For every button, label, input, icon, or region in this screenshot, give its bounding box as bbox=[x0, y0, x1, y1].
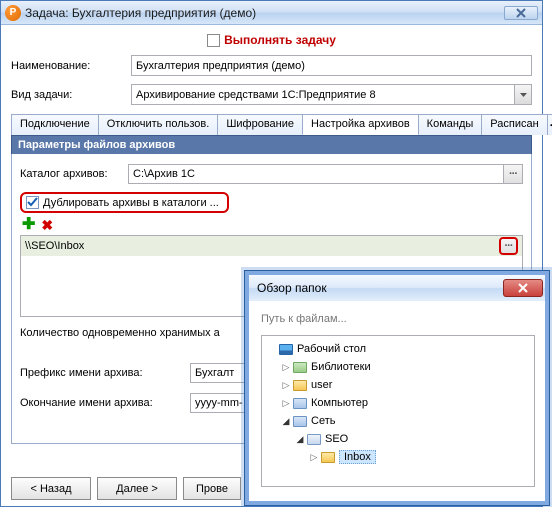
tree-desktop[interactable]: Рабочий стол bbox=[266, 340, 530, 358]
chevron-down-icon[interactable]: ◢ bbox=[280, 416, 292, 427]
tab-encryption[interactable]: Шифрование bbox=[217, 114, 303, 135]
list-item-browse-button[interactable]: ··· bbox=[499, 237, 518, 255]
catalog-label: Каталог архивов: bbox=[20, 168, 128, 180]
list-item-path: \\SEO\Inbox bbox=[25, 240, 495, 252]
desktop-icon bbox=[279, 344, 293, 355]
add-button[interactable]: ✚ bbox=[22, 217, 35, 233]
tab-archives[interactable]: Настройка архивов bbox=[302, 114, 419, 135]
duplicate-checkbox[interactable] bbox=[26, 196, 39, 209]
titlebar: P Задача: Бухгалтерия предприятия (демо) bbox=[1, 1, 542, 25]
name-input[interactable]: Бухгалтерия предприятия (демо) bbox=[131, 55, 532, 76]
chevron-right-icon[interactable]: ▷ bbox=[280, 362, 292, 373]
list-toolbar: ✚ ✖ bbox=[22, 217, 523, 233]
pc-icon bbox=[307, 434, 321, 445]
prefix-label: Префикс имени архива: bbox=[20, 367, 190, 379]
chevron-right-icon[interactable]: ▷ bbox=[308, 452, 320, 463]
close-button[interactable] bbox=[504, 6, 538, 20]
dialog-close-button[interactable] bbox=[503, 279, 543, 297]
list-item[interactable]: \\SEO\Inbox ··· bbox=[21, 236, 522, 256]
next-button[interactable]: Далее > bbox=[97, 477, 177, 500]
chevron-down-icon[interactable]: ◢ bbox=[294, 434, 306, 445]
section-title: Параметры файлов архивов bbox=[11, 135, 532, 154]
catalog-input[interactable]: C:\Архив 1С bbox=[128, 164, 504, 184]
duplicate-label: Дублировать архивы в каталоги ... bbox=[43, 197, 219, 209]
tabs-scroll-left[interactable]: ◂ bbox=[547, 114, 552, 135]
task-type-select[interactable]: Архивирование средствами 1С:Предприятие … bbox=[131, 84, 515, 105]
tab-disconnect[interactable]: Отключить пользов. bbox=[98, 114, 219, 135]
wizard-buttons: < Назад Далее > Прове bbox=[11, 477, 241, 500]
back-button[interactable]: < Назад bbox=[11, 477, 91, 500]
tab-connection[interactable]: Подключение bbox=[11, 114, 99, 135]
delete-button[interactable]: ✖ bbox=[41, 218, 53, 232]
folder-icon bbox=[321, 452, 335, 463]
app-icon: P bbox=[5, 5, 21, 21]
chevron-right-icon[interactable]: ▷ bbox=[280, 380, 292, 391]
computer-icon bbox=[293, 398, 307, 409]
tabs: Подключение Отключить пользов. Шифровани… bbox=[11, 113, 532, 135]
user-icon bbox=[293, 380, 307, 391]
execute-task-checkbox[interactable] bbox=[207, 34, 220, 47]
duplicate-row: Дублировать архивы в каталоги ... bbox=[20, 192, 229, 213]
folder-browse-dialog: Обзор папок Путь к файлам... Рабочий сто… bbox=[244, 270, 550, 506]
tree-computer[interactable]: ▷ Компьютер bbox=[266, 394, 530, 412]
tree-libraries[interactable]: ▷ Библиотеки bbox=[266, 358, 530, 376]
folder-tree[interactable]: Рабочий стол ▷ Библиотеки ▷ user ▷ Компь… bbox=[261, 335, 535, 487]
chevron-right-icon[interactable]: ▷ bbox=[280, 398, 292, 409]
dialog-path-hint: Путь к файлам... bbox=[261, 313, 535, 325]
tree-network[interactable]: ◢ Сеть bbox=[266, 412, 530, 430]
execute-task-row: Выполнять задачу bbox=[11, 33, 532, 47]
catalog-browse-button[interactable]: ··· bbox=[504, 164, 523, 184]
tree-inbox[interactable]: ▷ Inbox bbox=[266, 448, 530, 466]
window-title: Задача: Бухгалтерия предприятия (демо) bbox=[25, 6, 504, 20]
tree-user[interactable]: ▷ user bbox=[266, 376, 530, 394]
network-icon bbox=[293, 416, 307, 427]
task-type-dropdown-button[interactable] bbox=[515, 84, 532, 105]
tab-commands[interactable]: Команды bbox=[418, 114, 483, 135]
dialog-title: Обзор папок bbox=[257, 281, 503, 295]
task-type-label: Вид задачи: bbox=[11, 89, 131, 101]
libraries-icon bbox=[293, 362, 307, 373]
dialog-titlebar: Обзор папок bbox=[249, 275, 545, 301]
check-button[interactable]: Прове bbox=[183, 477, 241, 500]
suffix-label: Окончание имени архива: bbox=[20, 397, 190, 409]
execute-task-label: Выполнять задачу bbox=[224, 33, 336, 47]
tree-seo[interactable]: ◢ SEO bbox=[266, 430, 530, 448]
tab-schedule[interactable]: Расписан bbox=[481, 114, 547, 135]
name-label: Наименование: bbox=[11, 60, 131, 72]
